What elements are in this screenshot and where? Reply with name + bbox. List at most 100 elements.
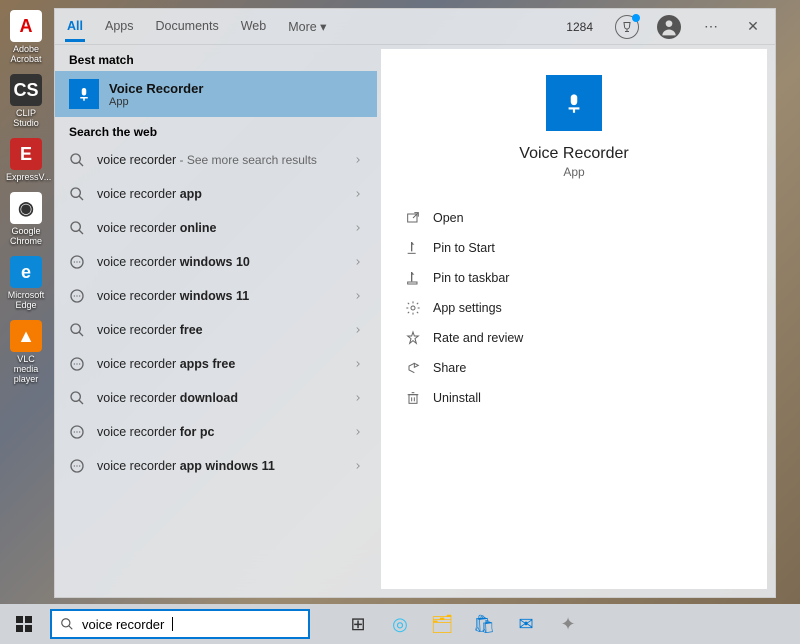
search-icon [69, 390, 85, 406]
taskbar: voice recorder ⊞◎🗂🛍✉✦ [0, 604, 800, 644]
search-icon [69, 322, 85, 338]
chat-icon [69, 356, 85, 372]
action-label: Share [433, 361, 466, 375]
action-uninstall[interactable]: Uninstall [397, 383, 751, 413]
suggestion-row[interactable]: voice recorder windows 11 [55, 279, 377, 313]
user-avatar[interactable] [657, 15, 681, 39]
taskbar-copilot[interactable]: ✦ [548, 606, 588, 642]
suggestion-row[interactable]: voice recorder apps free [55, 347, 377, 381]
action-pin-taskbar[interactable]: Pin to taskbar [397, 263, 751, 293]
results-list: Best match Voice Recorder App Search the… [55, 45, 377, 597]
settings-icon [405, 300, 421, 316]
taskbar-microsoft-store[interactable]: 🛍 [464, 606, 504, 642]
pin-start-icon [405, 240, 421, 256]
rewards-icon[interactable] [615, 15, 639, 39]
action-label: App settings [433, 301, 502, 315]
chevron-right-icon [353, 155, 363, 165]
chevron-right-icon [353, 291, 363, 301]
suggestion-text: voice recorder download [97, 391, 353, 405]
suggestion-text: voice recorder app windows 11 [97, 459, 353, 473]
search-input-text: voice recorder [82, 617, 164, 632]
suggestion-row[interactable]: voice recorder online [55, 211, 377, 245]
action-share[interactable]: Share [397, 353, 751, 383]
chevron-right-icon [353, 325, 363, 335]
start-search-panel: All Apps Documents Web More ▾ 1284 ⋯ ✕ Best … [54, 8, 776, 598]
suggestion-text: voice recorder app [97, 187, 353, 201]
app-preview-pane: Voice Recorder App Open Pin to Start Pin t… [381, 49, 767, 589]
taskbar-search-box[interactable]: voice recorder [50, 609, 310, 639]
chevron-right-icon [353, 257, 363, 267]
suggestion-text: voice recorder free [97, 323, 353, 337]
scope-tab-apps[interactable]: Apps [103, 11, 136, 42]
desktop-icon-5[interactable]: ▲VLC media player [6, 320, 46, 384]
chat-icon [69, 458, 85, 474]
taskbar-mail[interactable]: ✉ [506, 606, 546, 642]
action-label: Pin to taskbar [433, 271, 509, 285]
scope-tab-web[interactable]: Web [239, 11, 268, 42]
desktop-icon-4[interactable]: eMicrosoft Edge [6, 256, 46, 310]
rewards-points: 1284 [566, 20, 593, 34]
suggestion-text: voice recorder online [97, 221, 353, 235]
search-icon [69, 152, 85, 168]
taskbar-file-explorer[interactable]: 🗂 [422, 606, 462, 642]
suggestion-row[interactable]: voice recorder windows 10 [55, 245, 377, 279]
action-label: Open [433, 211, 464, 225]
taskbar-edge[interactable]: ◎ [380, 606, 420, 642]
search-scope-tabs: All Apps Documents Web More ▾ 1284 ⋯ ✕ [55, 9, 775, 45]
start-button[interactable] [4, 606, 44, 642]
search-icon [69, 220, 85, 236]
best-match-item[interactable]: Voice Recorder App [55, 71, 377, 117]
scope-tab-documents[interactable]: Documents [153, 11, 220, 42]
suggestion-row[interactable]: voice recorder app windows 11 [55, 449, 377, 483]
voice-recorder-icon [69, 79, 99, 109]
suggestion-row[interactable]: voice recorder - See more search results [55, 143, 377, 177]
more-options-icon[interactable]: ⋯ [699, 15, 723, 39]
uninstall-icon [405, 390, 421, 406]
action-pin-start[interactable]: Pin to Start [397, 233, 751, 263]
suggestion-row[interactable]: voice recorder for pc [55, 415, 377, 449]
preview-app-type: App [397, 165, 751, 179]
action-settings[interactable]: App settings [397, 293, 751, 323]
scope-tab-more[interactable]: More ▾ [286, 11, 328, 42]
chevron-right-icon [353, 461, 363, 471]
action-label: Rate and review [433, 331, 523, 345]
close-icon[interactable]: ✕ [741, 15, 765, 39]
suggestion-text: voice recorder apps free [97, 357, 353, 371]
rate-icon [405, 330, 421, 346]
suggestion-row[interactable]: voice recorder app [55, 177, 377, 211]
chat-icon [69, 424, 85, 440]
suggestion-text: voice recorder for pc [97, 425, 353, 439]
preview-app-icon [546, 75, 602, 131]
chat-icon [69, 254, 85, 270]
action-rate[interactable]: Rate and review [397, 323, 751, 353]
search-icon [60, 617, 74, 631]
best-match-subtitle: App [109, 96, 203, 108]
search-icon [69, 186, 85, 202]
action-label: Uninstall [433, 391, 481, 405]
suggestion-row[interactable]: voice recorder download [55, 381, 377, 415]
web-results-header: Search the web [55, 117, 377, 143]
best-match-header: Best match [55, 45, 377, 71]
suggestion-text: voice recorder windows 11 [97, 289, 353, 303]
chat-icon [69, 288, 85, 304]
chevron-right-icon [353, 189, 363, 199]
share-icon [405, 360, 421, 376]
chevron-right-icon [353, 427, 363, 437]
taskbar-task-view[interactable]: ⊞ [338, 606, 378, 642]
open-icon [405, 210, 421, 226]
action-label: Pin to Start [433, 241, 495, 255]
chevron-right-icon [353, 223, 363, 233]
best-match-title: Voice Recorder [109, 81, 203, 96]
desktop-icon-0[interactable]: AAdobe Acrobat [6, 10, 46, 64]
suggestion-text: voice recorder - See more search results [97, 153, 353, 167]
desktop-icon-1[interactable]: CSCLIP Studio [6, 74, 46, 128]
suggestion-text: voice recorder windows 10 [97, 255, 353, 269]
preview-app-name: Voice Recorder [397, 145, 751, 163]
action-open[interactable]: Open [397, 203, 751, 233]
chevron-right-icon [353, 393, 363, 403]
desktop-icon-3[interactable]: ◉Google Chrome [6, 192, 46, 246]
scope-tab-all[interactable]: All [65, 11, 85, 42]
desktop-icons-column: AAdobe Acrobat CSCLIP Studio EExpressV... ◉… [6, 0, 48, 384]
desktop-icon-2[interactable]: EExpressV... [6, 138, 46, 182]
suggestion-row[interactable]: voice recorder free [55, 313, 377, 347]
